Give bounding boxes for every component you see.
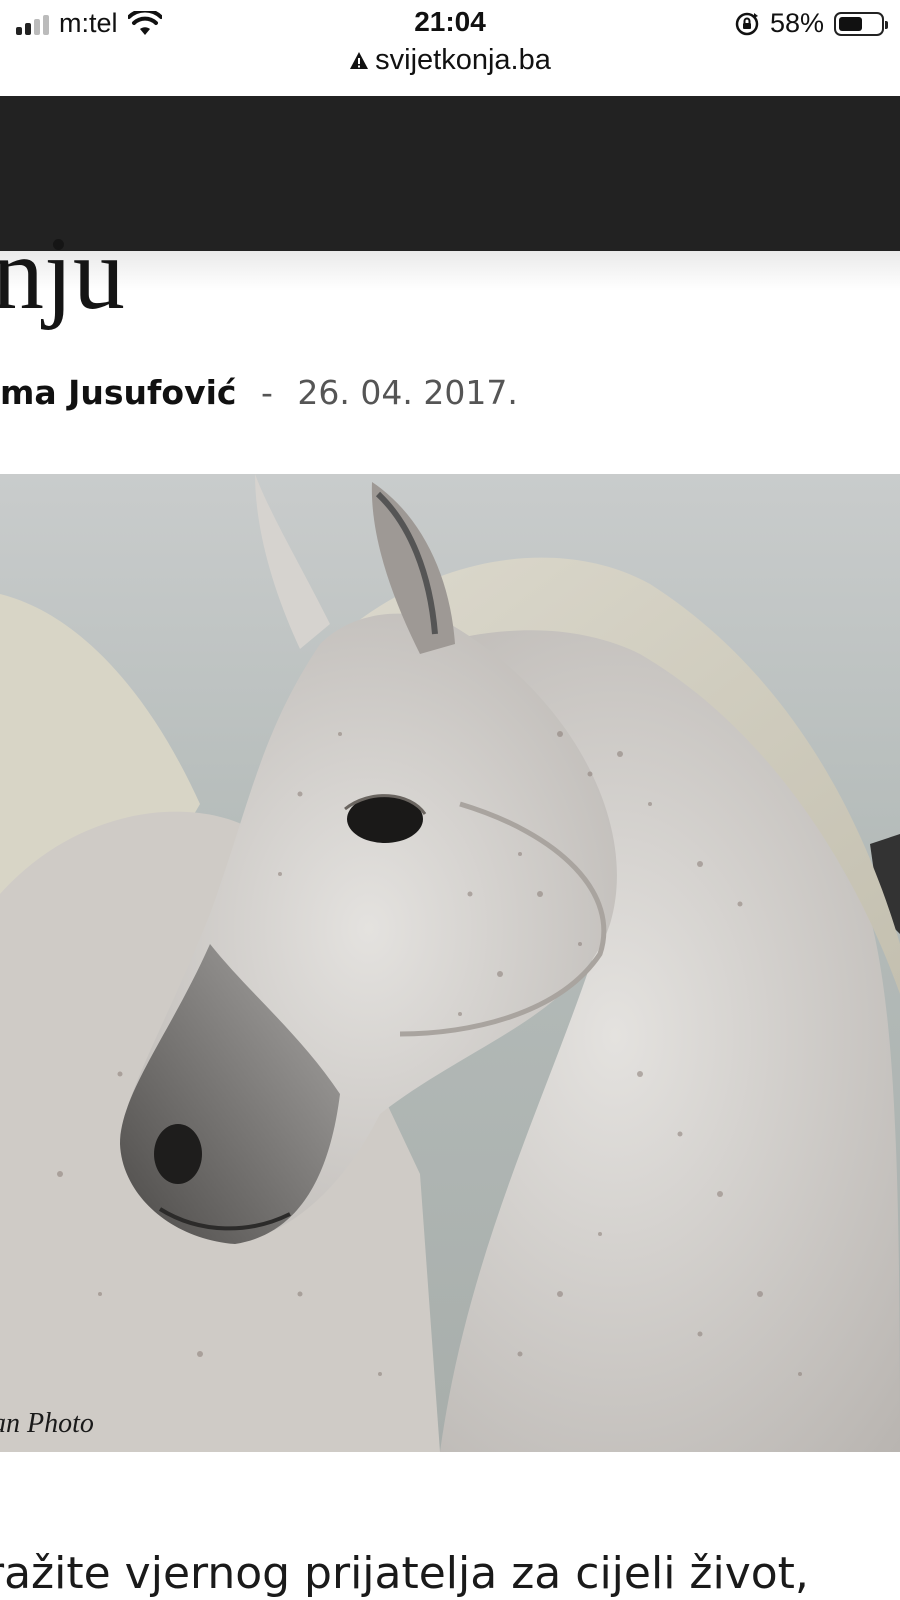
byline: ma Jusufović - 26. 04. 2017. [0, 373, 518, 412]
rotation-lock-icon [735, 12, 759, 35]
battery-icon [834, 11, 888, 36]
battery-percent: 58% [769, 8, 824, 38]
header-shadow [0, 251, 900, 291]
address-bar[interactable]: svijetkonja.ba [0, 44, 900, 77]
article-image[interactable]: an Photo [0, 474, 900, 1452]
url-text: svijetkonja.ba [375, 44, 551, 76]
byline-separator: - [260, 373, 273, 412]
status-right: 58% [734, 8, 888, 39]
warning-icon [350, 52, 369, 70]
author-name[interactable]: ma Jusufović [0, 373, 236, 412]
article-title: nju [0, 216, 125, 331]
photo-credit: an Photo [0, 1408, 94, 1439]
status-bar: m:tel 21:04 58% [0, 0, 900, 50]
publish-date: 26. 04. 2017. [297, 373, 518, 412]
site-header [0, 96, 900, 251]
horse-photo [0, 474, 900, 1452]
article-body-first-line: ražite vjernog prijatelja za cijeli živo… [0, 1548, 809, 1599]
